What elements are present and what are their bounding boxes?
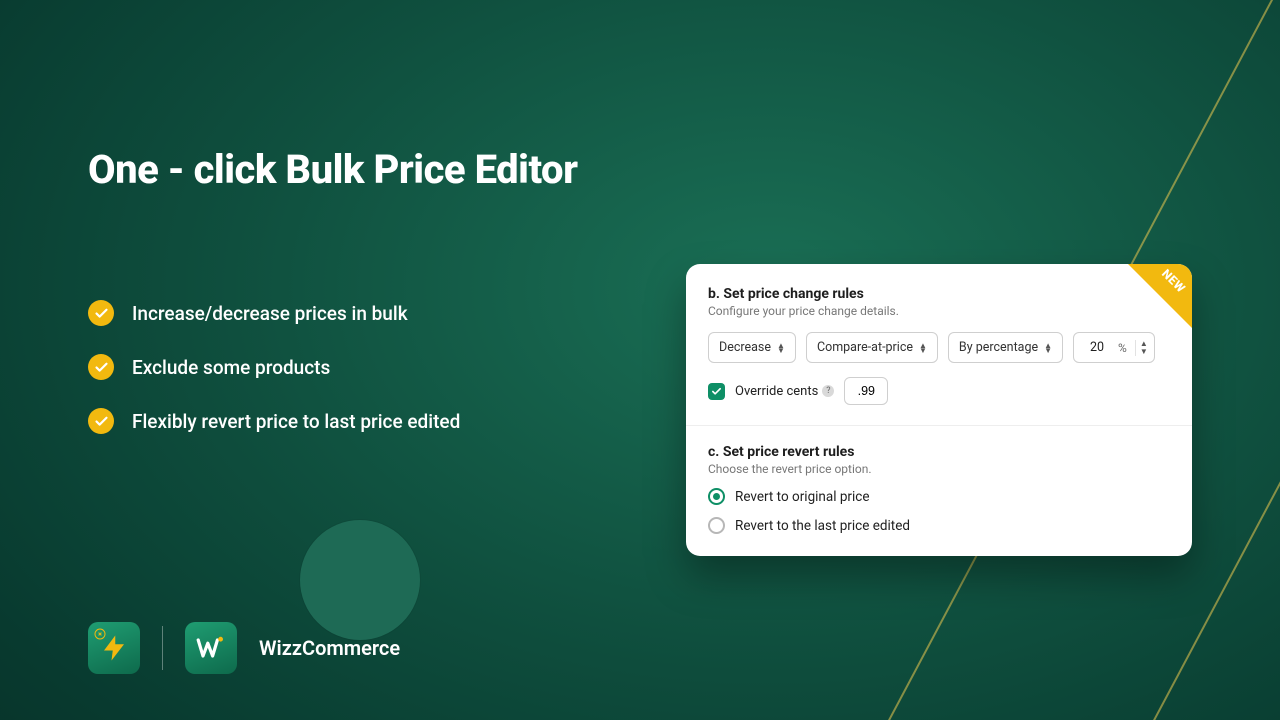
action-select[interactable]: Decrease ▲▼ [708,332,796,363]
stepper-icon[interactable]: ▲▼ [1135,340,1148,356]
feature-item: Flexibly revert price to last price edit… [88,408,460,434]
feature-list: Increase/decrease prices in bulk Exclude… [88,300,460,462]
mode-select-value: By percentage [959,340,1038,355]
override-value-input[interactable] [844,377,888,405]
feature-item: Exclude some products [88,354,460,380]
new-ribbon: NEW [1128,264,1192,328]
radio-icon [708,488,725,505]
value-input-value: 20 [1084,340,1110,355]
action-select-value: Decrease [719,340,771,355]
override-checkbox[interactable] [708,383,725,400]
promo-stage: One - click Bulk Price Editor Increase/d… [0,0,1280,720]
revert-option-label: Revert to the last price edited [735,518,910,534]
override-label-text: Override cents [735,384,818,399]
check-icon [88,300,114,326]
settings-card: NEW b. Set price change rules Configure … [686,264,1192,556]
price-rule-row: Decrease ▲▼ Compare-at-price ▲▼ By perce… [708,332,1170,363]
field-select-value: Compare-at-price [817,340,913,355]
section-c-subtitle: Choose the revert price option. [708,462,1170,476]
brand-row: WizzCommerce [88,622,400,674]
revert-option-original[interactable]: Revert to original price [708,488,1170,505]
app-icon-bolt [88,622,140,674]
feature-label: Exclude some products [132,356,330,379]
app-icon-w [185,622,237,674]
brand-name: WizzCommerce [259,636,400,660]
radio-icon [708,517,725,534]
feature-label: Increase/decrease prices in bulk [132,302,408,325]
value-input-unit: % [1118,341,1127,355]
help-icon[interactable]: ? [822,385,834,397]
section-b-title: b. Set price change rules [708,286,1170,302]
feature-label: Flexibly revert price to last price edit… [132,410,460,433]
value-input[interactable]: 20 % ▲▼ [1073,332,1155,363]
sort-icon: ▲▼ [777,343,785,353]
revert-option-last-edited[interactable]: Revert to the last price edited [708,517,1170,534]
mode-select[interactable]: By percentage ▲▼ [948,332,1063,363]
divider [686,425,1192,426]
page-title: One - click Bulk Price Editor [88,146,578,193]
section-b-subtitle: Configure your price change details. [708,304,1170,318]
revert-option-label: Revert to original price [735,489,870,505]
section-c-title: c. Set price revert rules [708,444,1170,460]
check-icon [88,408,114,434]
field-select[interactable]: Compare-at-price ▲▼ [806,332,938,363]
sort-icon: ▲▼ [919,343,927,353]
override-label: Override cents ? [735,384,834,399]
override-row: Override cents ? [708,377,1170,405]
sort-icon: ▲▼ [1044,343,1052,353]
new-ribbon-label: NEW [1159,266,1188,295]
check-icon [88,354,114,380]
divider [162,626,163,670]
feature-item: Increase/decrease prices in bulk [88,300,460,326]
